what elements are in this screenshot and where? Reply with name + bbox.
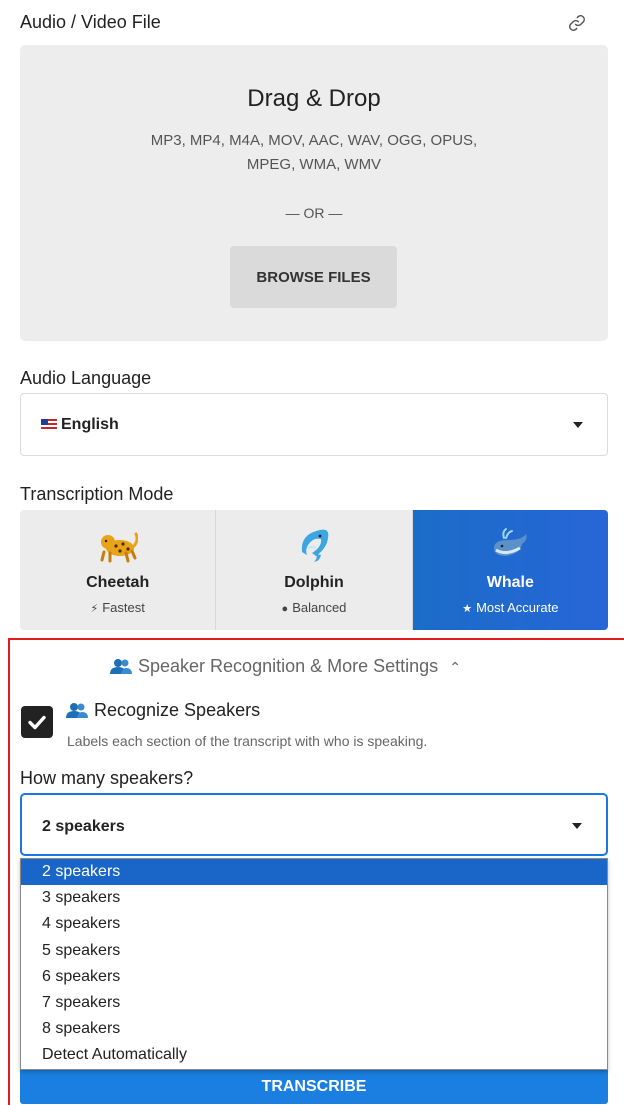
dropdown-option[interactable]: 6 speakers	[21, 964, 607, 990]
language-value-wrap: English	[41, 416, 119, 434]
speaker-count-select[interactable]: 2 speakers	[20, 793, 608, 856]
recognize-speakers-description: Labels each section of the transcript wi…	[67, 733, 428, 749]
speaker-count-label: How many speakers?	[20, 768, 194, 788]
mode-name-dolphin: Dolphin	[284, 574, 344, 591]
mode-label: Transcription Mode	[20, 484, 174, 504]
bolt-icon: ⚡	[90, 603, 99, 615]
language-label: Audio Language	[20, 368, 152, 388]
caret-down-icon	[573, 422, 583, 428]
speaker-count-dropdown: 2 speakers 3 speakers 4 speakers 5 speak…	[20, 858, 608, 1070]
more-settings-toggle[interactable]: Speaker Recognition & More Settings ⌃	[110, 656, 461, 677]
mode-sub-text: Fastest	[102, 600, 145, 615]
dropdown-option[interactable]: Detect Automatically	[21, 1042, 607, 1068]
recognize-speakers-label: Recognize Speakers	[94, 700, 261, 720]
dropdown-option[interactable]: 2 speakers	[21, 859, 607, 886]
transcribe-button[interactable]: TRANSCRIBE	[20, 1064, 608, 1104]
check-circle-icon: ●	[281, 603, 289, 615]
mode-name-cheetah: Cheetah	[86, 574, 150, 591]
dropdown-option[interactable]: 3 speakers	[21, 885, 607, 911]
leopard-icon	[100, 532, 138, 563]
more-settings-label: Speaker Recognition & More Settings	[138, 656, 439, 676]
mode-option-dolphin[interactable]: Dolphin ● Balanced	[216, 510, 413, 630]
supported-formats: MP3, MP4, M4A, MOV, AAC, WAV, OGG, OPUS,…	[150, 132, 478, 173]
mode-sub-cheetah: ⚡ Fastest	[20, 600, 215, 615]
mode-sub-text: Most Accurate	[476, 600, 559, 615]
mode-sub-whale: ★ Most Accurate	[413, 600, 608, 615]
language-select[interactable]: English	[20, 393, 608, 456]
mode-sub-dolphin: ● Balanced	[216, 600, 411, 615]
language-value: English	[61, 416, 119, 433]
dropdown-option[interactable]: 8 speakers	[21, 1016, 607, 1042]
recognize-speakers-checkbox[interactable]	[21, 706, 53, 738]
mode-selector: Cheetah ⚡ Fastest Dolphin ● Balanced Whale…	[20, 510, 608, 630]
dropdown-option[interactable]: 5 speakers	[21, 938, 607, 964]
caret-down-icon	[572, 823, 582, 829]
file-label: Audio / Video File	[20, 12, 161, 32]
us-flag-icon	[41, 419, 57, 430]
dropdown-option[interactable]: 4 speakers	[21, 911, 607, 937]
browse-files-button[interactable]: BROWSE FILES	[230, 246, 397, 308]
mode-sub-text: Balanced	[292, 600, 347, 615]
checkmark-icon	[28, 715, 46, 730]
link-icon[interactable]	[566, 12, 588, 34]
speaker-count-value: 2 speakers	[42, 818, 125, 835]
mode-option-cheetah[interactable]: Cheetah ⚡ Fastest	[20, 510, 217, 630]
chevron-up-icon: ⌃	[449, 659, 461, 675]
recognize-speakers-title: Recognize Speakers	[66, 700, 260, 721]
or-separator: — OR —	[285, 205, 343, 221]
people-icon	[110, 659, 132, 674]
dropzone-title: Drag & Drop	[247, 85, 381, 112]
people-icon	[66, 703, 88, 718]
file-dropzone[interactable]: Drag & Drop MP3, MP4, M4A, MOV, AAC, WAV…	[20, 45, 608, 341]
mode-name-whale: Whale	[486, 574, 534, 591]
whale-icon	[494, 528, 527, 556]
dropdown-option[interactable]: 7 speakers	[21, 990, 607, 1016]
star-icon: ★	[462, 603, 473, 615]
mode-option-whale[interactable]: Whale ★ Most Accurate	[412, 510, 608, 630]
dolphin-icon	[301, 529, 329, 562]
